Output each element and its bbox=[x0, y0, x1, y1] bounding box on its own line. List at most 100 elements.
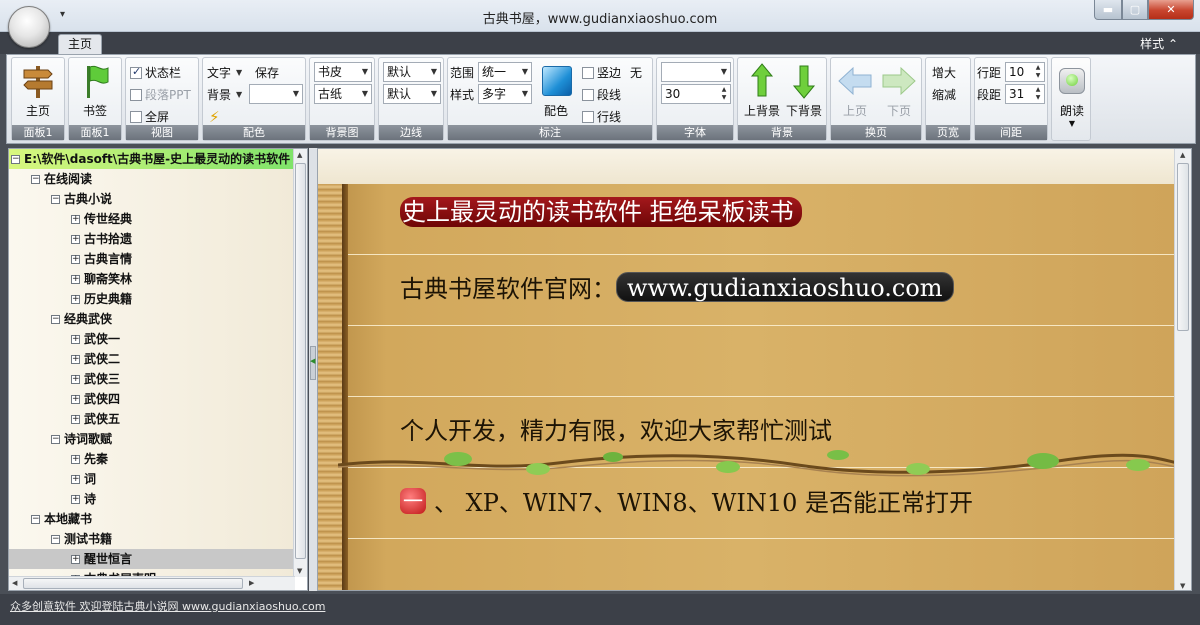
stepper-arrows-icon[interactable]: ▲ ▼ bbox=[1033, 64, 1043, 80]
scroll-up-arrow-icon[interactable]: ▲ bbox=[1180, 151, 1185, 159]
expand-icon[interactable]: + bbox=[71, 274, 80, 284]
border-top-combo[interactable]: 默认 ▼ bbox=[383, 62, 441, 82]
tree-root-node[interactable]: − E:\软件\dasoft\古典书屋-史上最灵动的读书软件 bbox=[9, 149, 295, 169]
expand-icon[interactable]: + bbox=[71, 214, 80, 224]
tree-horizontal-scrollbar[interactable]: ◀ ▶ bbox=[9, 576, 295, 590]
tree-vertical-scrollbar[interactable]: ▲ ▼ bbox=[293, 149, 307, 577]
maximize-button[interactable]: ▢ bbox=[1122, 0, 1148, 20]
reader-vertical-scrollbar[interactable]: ▲ ▼ bbox=[1174, 149, 1191, 590]
tree-node[interactable]: + 武侠三 bbox=[9, 369, 295, 389]
style-menu[interactable]: 样式 ⌃ bbox=[1140, 35, 1178, 52]
tree-node[interactable]: + 武侠二 bbox=[9, 349, 295, 369]
border-bottom-combo[interactable]: 默认 ▼ bbox=[383, 84, 441, 104]
expand-icon[interactable]: + bbox=[71, 454, 80, 464]
bookmark-button[interactable]: 书签 bbox=[73, 62, 117, 119]
next-page-button[interactable]: 下页 bbox=[877, 62, 921, 119]
cover-image-combo[interactable]: 书皮 ▼ bbox=[314, 62, 372, 82]
home-button[interactable]: 主页 bbox=[16, 62, 60, 119]
para-line-toggle[interactable]: 段线 bbox=[582, 86, 621, 103]
read-aloud-button[interactable]: 朗读 ▼ bbox=[1050, 62, 1094, 128]
row-line-toggle[interactable]: 行线 bbox=[582, 108, 621, 125]
reader-scroll-thumb[interactable] bbox=[1177, 163, 1189, 331]
expand-icon[interactable]: + bbox=[71, 394, 80, 404]
app-orb-button[interactable] bbox=[8, 6, 50, 48]
para-spacing-stepper[interactable]: 31 ▲ ▼ bbox=[1005, 84, 1045, 104]
tree-node[interactable]: + 聊斋笑林 bbox=[9, 269, 295, 289]
expand-icon[interactable]: + bbox=[71, 294, 80, 304]
tree-node[interactable]: + 诗 bbox=[9, 489, 295, 509]
next-background-button[interactable]: 下背景 bbox=[782, 62, 826, 119]
status-link[interactable]: 众多创意软件 欢迎登陆古典小说网 www.gudianxiaoshuo.com bbox=[10, 598, 325, 614]
status-bar-toggle[interactable]: 状态栏 bbox=[130, 64, 181, 81]
tree-scroll-thumb[interactable] bbox=[295, 163, 306, 559]
collapse-icon[interactable]: − bbox=[11, 154, 20, 164]
save-color-button[interactable]: 保存 bbox=[255, 64, 279, 81]
paper-image-combo[interactable]: 古纸 ▼ bbox=[314, 84, 372, 104]
expand-icon[interactable]: + bbox=[71, 334, 80, 344]
collapse-icon[interactable]: − bbox=[51, 434, 60, 444]
increase-width-button[interactable]: 增大 bbox=[932, 64, 956, 81]
splitter-grip[interactable] bbox=[310, 346, 316, 380]
font-size-stepper[interactable]: 30 ▲ ▼ bbox=[661, 84, 731, 104]
tree-node[interactable]: + 词 bbox=[9, 469, 295, 489]
tree-node[interactable]: + 传世经典 bbox=[9, 209, 295, 229]
tree-hscroll-thumb[interactable] bbox=[23, 578, 243, 589]
background-color-combo[interactable]: ▼ bbox=[249, 84, 303, 104]
scroll-right-arrow-icon[interactable]: ▶ bbox=[249, 579, 254, 587]
scroll-left-arrow-icon[interactable]: ◀ bbox=[12, 579, 17, 587]
tree-node[interactable]: − 诗词歌赋 bbox=[9, 429, 295, 449]
tree-node[interactable]: − 经典武侠 bbox=[9, 309, 295, 329]
expand-icon[interactable]: + bbox=[71, 494, 80, 504]
para-ppt-toggle[interactable]: 段落PPT bbox=[130, 86, 191, 103]
tree-node[interactable]: − 在线阅读 bbox=[9, 169, 295, 189]
expand-icon[interactable]: + bbox=[71, 234, 80, 244]
style-combo[interactable]: 多字 ▼ bbox=[478, 84, 532, 104]
vertical-edge-toggle[interactable]: 竖边 无 bbox=[582, 64, 642, 81]
tree-node[interactable]: + 武侠四 bbox=[9, 389, 295, 409]
text-color-dropdown[interactable]: 文字 ▼ bbox=[207, 64, 242, 81]
collapse-icon[interactable]: − bbox=[31, 514, 40, 524]
line-spacing-stepper[interactable]: 10 ▲ ▼ bbox=[1005, 62, 1045, 82]
collapse-icon[interactable]: − bbox=[51, 314, 60, 324]
scroll-up-arrow-icon[interactable]: ▲ bbox=[297, 151, 302, 159]
expand-icon[interactable]: + bbox=[71, 354, 80, 364]
tree-node[interactable]: + 先秦 bbox=[9, 449, 295, 469]
collapse-icon[interactable]: − bbox=[51, 194, 60, 204]
tree-node[interactable]: − 本地藏书 bbox=[9, 509, 295, 529]
close-button[interactable]: ✕ bbox=[1148, 0, 1194, 20]
annotation-color-button[interactable]: 配色 bbox=[536, 62, 576, 119]
panel-splitter[interactable] bbox=[309, 148, 317, 591]
font-name-combo[interactable]: ▼ bbox=[661, 62, 731, 82]
prev-background-button[interactable]: 上背景 bbox=[740, 62, 784, 119]
vertical-edge-checkbox[interactable] bbox=[582, 66, 594, 79]
scroll-down-arrow-icon[interactable]: ▼ bbox=[297, 567, 302, 575]
status-bar-checkbox[interactable] bbox=[130, 65, 142, 79]
stepper-arrows-icon[interactable]: ▲ ▼ bbox=[719, 86, 729, 102]
range-combo[interactable]: 统一 ▼ bbox=[478, 62, 532, 82]
expand-icon[interactable]: + bbox=[71, 474, 80, 484]
tree-node[interactable]: + 历史典籍 bbox=[9, 289, 295, 309]
scroll-down-arrow-icon[interactable]: ▼ bbox=[1180, 582, 1185, 590]
tab-home[interactable]: 主页 bbox=[58, 34, 102, 54]
fullscreen-checkbox[interactable] bbox=[130, 110, 142, 123]
minimize-button[interactable]: ▬ bbox=[1094, 0, 1122, 20]
expand-icon[interactable]: + bbox=[71, 374, 80, 384]
collapse-icon[interactable]: − bbox=[31, 174, 40, 184]
row-line-checkbox[interactable] bbox=[582, 110, 594, 123]
tree-node[interactable]: + 古典言情 bbox=[9, 249, 295, 269]
lightning-icon[interactable]: ⚡ bbox=[209, 108, 220, 126]
collapse-icon[interactable]: − bbox=[51, 534, 60, 544]
expand-icon[interactable]: + bbox=[71, 554, 80, 564]
expand-icon[interactable]: + bbox=[71, 254, 80, 264]
para-ppt-checkbox[interactable] bbox=[130, 88, 142, 101]
prev-page-button[interactable]: 上页 bbox=[833, 62, 877, 119]
tree-node[interactable]: + 醒世恒言 bbox=[9, 549, 295, 569]
tree-node[interactable]: + 古书拾遗 bbox=[9, 229, 295, 249]
stepper-arrows-icon[interactable]: ▲ ▼ bbox=[1033, 86, 1043, 102]
background-color-dropdown[interactable]: 背景 ▼ bbox=[207, 86, 242, 103]
tree-node[interactable]: + 武侠五 bbox=[9, 409, 295, 429]
tree-node[interactable]: − 测试书籍 bbox=[9, 529, 295, 549]
tree-node[interactable]: − 古典小说 bbox=[9, 189, 295, 209]
decrease-width-button[interactable]: 缩减 bbox=[932, 86, 956, 103]
fullscreen-toggle[interactable]: 全屏 bbox=[130, 108, 169, 125]
